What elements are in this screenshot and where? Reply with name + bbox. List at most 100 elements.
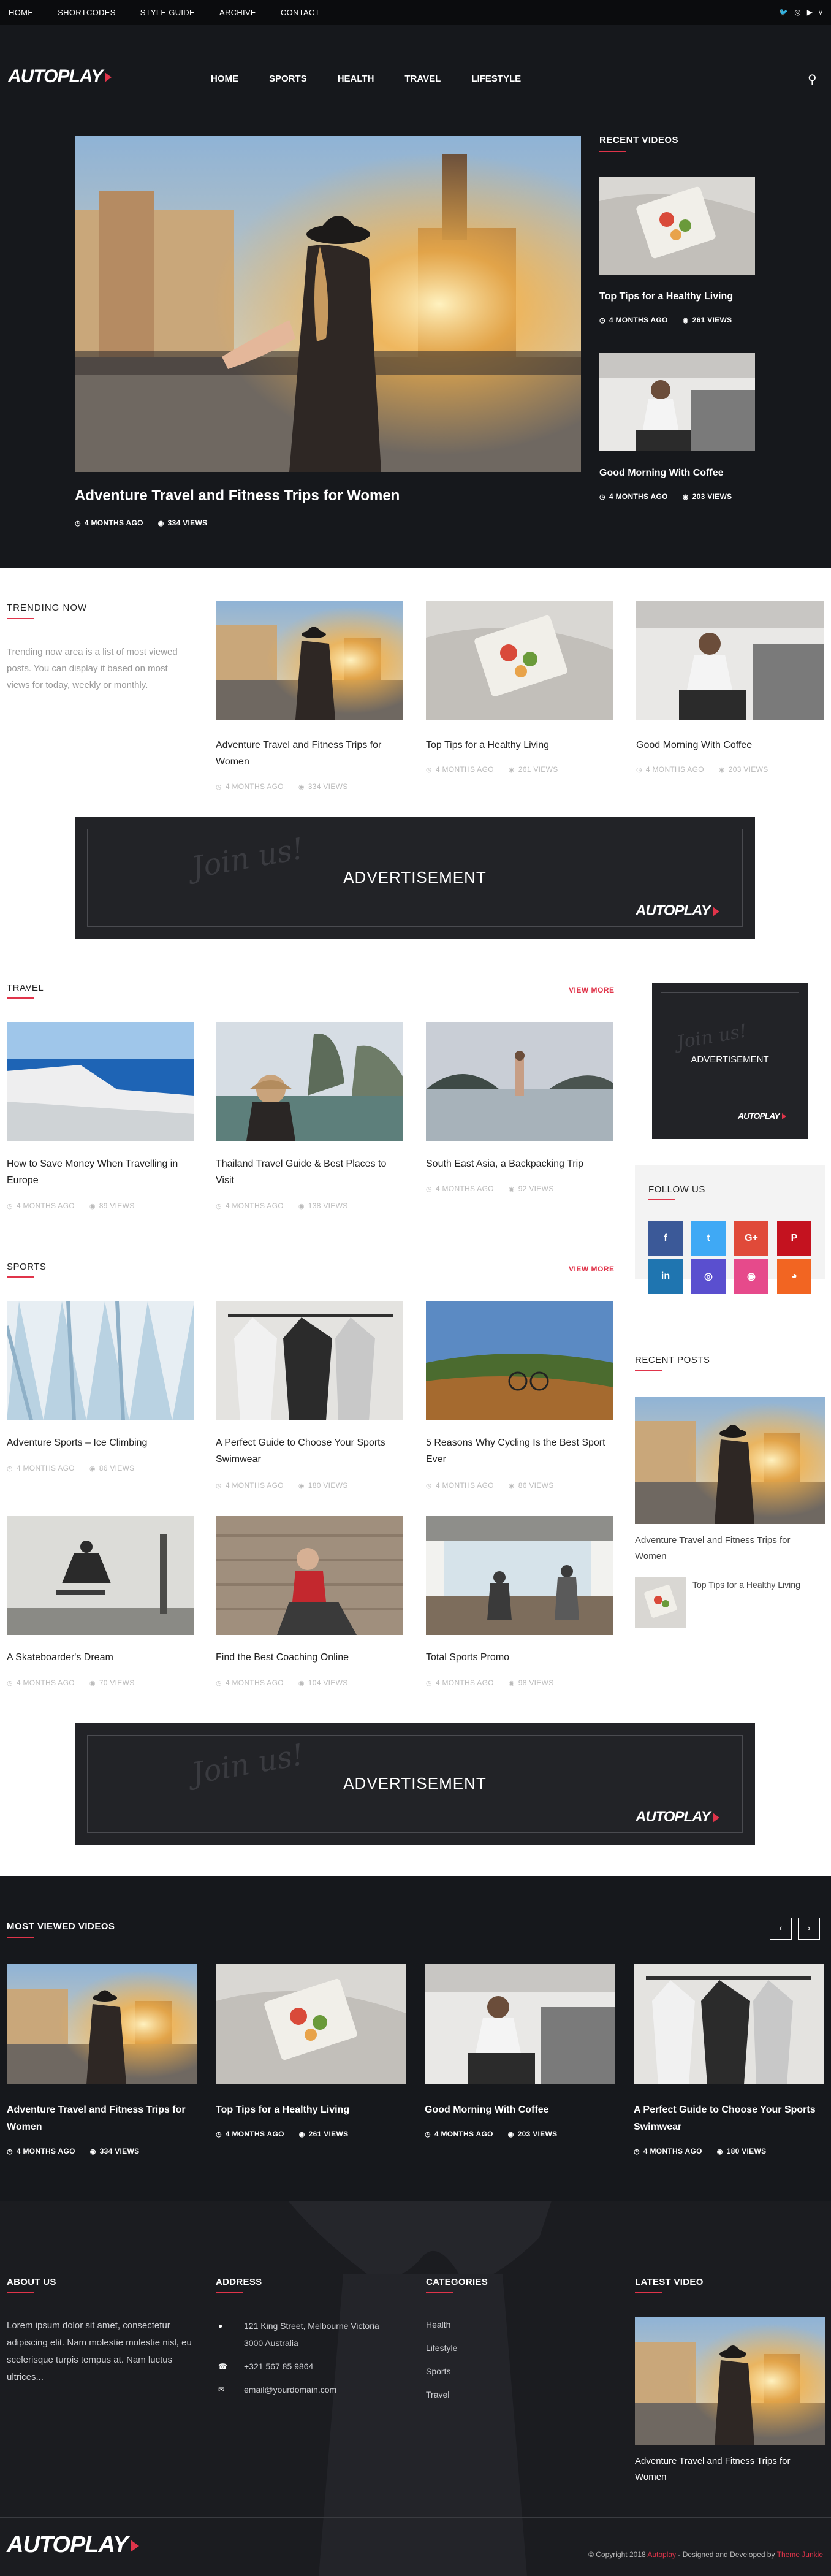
nav-health[interactable]: HEALTH: [338, 74, 374, 84]
copyright-developer-link[interactable]: Theme Junkie: [777, 2550, 823, 2559]
sports-date: 4 MONTHS AGO: [435, 1481, 494, 1490]
recent-video-meta: ◷ 4 MONTHS AGO ◉ 203 VIEWS: [599, 492, 732, 501]
eye-icon: ◉: [508, 766, 515, 774]
top-nav-contact[interactable]: CONTACT: [281, 8, 320, 17]
most-viewed-date: 4 MONTHS AGO: [643, 2147, 702, 2155]
most-viewed-thumb[interactable]: [216, 1964, 406, 2084]
travel-view-more[interactable]: VIEW MORE: [569, 986, 615, 994]
google-plus-icon[interactable]: G+: [734, 1221, 768, 1256]
footer-logo[interactable]: AUTOPLAY: [7, 2532, 139, 2558]
category-link-health[interactable]: Health: [426, 2316, 450, 2333]
twitter-icon[interactable]: t: [691, 1221, 726, 1256]
trending-thumb[interactable]: [426, 601, 613, 720]
sidebar-advertisement[interactable]: Join us! ADVERTISEMENT AUTOPLAY: [652, 983, 808, 1139]
category-link-travel[interactable]: Travel: [426, 2386, 449, 2403]
sports-title[interactable]: A Perfect Guide to Choose Your Sports Sw…: [216, 1435, 400, 1468]
trending-title[interactable]: Top Tips for a Healthy Living: [426, 737, 604, 753]
hero-title[interactable]: Adventure Travel and Fitness Trips for W…: [75, 487, 400, 505]
sports-view-more[interactable]: VIEW MORE: [569, 1265, 615, 1273]
recent-post-title[interactable]: Adventure Travel and Fitness Trips for W…: [635, 1533, 819, 1564]
category-link-sports[interactable]: Sports: [426, 2363, 450, 2380]
address-phone[interactable]: +321 567 85 9864: [244, 2358, 313, 2375]
travel-title[interactable]: Thailand Travel Guide & Best Places to V…: [216, 1156, 400, 1189]
recent-video-thumb[interactable]: [599, 353, 755, 451]
rss-icon[interactable]: ◕: [777, 1259, 811, 1294]
trending-thumb[interactable]: [216, 601, 403, 720]
sports-title[interactable]: Adventure Sports – Ice Climbing: [7, 1435, 191, 1451]
most-viewed-thumb[interactable]: [634, 1964, 824, 2084]
nav-sports[interactable]: SPORTS: [269, 74, 307, 84]
trending-thumb[interactable]: [636, 601, 824, 720]
recent-post-thumb-small[interactable]: [635, 1577, 686, 1628]
trending-title[interactable]: Good Morning With Coffee: [636, 737, 814, 753]
clock-icon: ◷: [634, 2147, 640, 2155]
nav-lifestyle[interactable]: LIFESTYLE: [471, 74, 521, 84]
recent-video-title[interactable]: Top Tips for a Healthy Living: [599, 291, 733, 302]
footer: ABOUT US Lorem ipsum dolor sit amet, con…: [0, 2201, 831, 2576]
sports-meta: ◷ 4 MONTHS AGO ◉ 86 VIEWS: [7, 1464, 135, 1473]
top-nav-home[interactable]: HOME: [9, 8, 33, 17]
travel-meta: ◷ 4 MONTHS AGO ◉ 92 VIEWS: [426, 1184, 554, 1193]
sports-thumb[interactable]: [216, 1516, 403, 1635]
sports-thumb[interactable]: [7, 1516, 194, 1635]
sports-thumb[interactable]: [426, 1516, 613, 1635]
carousel-next-button[interactable]: ›: [798, 1918, 820, 1940]
copyright-brand-link[interactable]: Autoplay: [647, 2550, 676, 2559]
eye-icon: ◉: [682, 493, 689, 501]
sports-title[interactable]: Total Sports Promo: [426, 1649, 610, 1666]
youtube-icon[interactable]: ▶: [807, 8, 813, 17]
pinterest-icon[interactable]: P: [777, 1221, 811, 1256]
twitter-icon[interactable]: 🐦: [779, 8, 788, 17]
linkedin-icon[interactable]: in: [648, 1259, 683, 1294]
most-viewed-title[interactable]: Adventure Travel and Fitness Trips for W…: [7, 2102, 191, 2136]
sports-title[interactable]: A Skateboarder's Dream: [7, 1649, 191, 1666]
sports-thumb[interactable]: [216, 1301, 403, 1420]
mail-icon: ✉: [218, 2385, 225, 2394]
vimeo-icon[interactable]: v: [819, 8, 822, 17]
recent-video-title[interactable]: Good Morning With Coffee: [599, 468, 723, 479]
recent-post-title[interactable]: Top Tips for a Healthy Living: [692, 1578, 821, 1591]
top-nav-shortcodes[interactable]: SHORTCODES: [58, 8, 116, 17]
top-nav-style-guide[interactable]: STYLE GUIDE: [140, 8, 195, 17]
category-link-lifestyle[interactable]: Lifestyle: [426, 2339, 457, 2357]
ad-label: ADVERTISEMENT: [343, 868, 487, 886]
dribbble-icon[interactable]: ◉: [734, 1259, 768, 1294]
trending-title[interactable]: Adventure Travel and Fitness Trips for W…: [216, 737, 393, 770]
sports-title[interactable]: Find the Best Coaching Online: [216, 1649, 400, 1666]
latest-video-thumb[interactable]: [635, 2317, 825, 2445]
search-icon[interactable]: ⚲: [808, 72, 817, 87]
most-viewed-thumb[interactable]: [425, 1964, 615, 2084]
carousel-prev-button[interactable]: ‹: [770, 1918, 792, 1940]
instagram-icon[interactable]: ◎: [691, 1259, 726, 1294]
most-viewed-thumb[interactable]: [7, 1964, 197, 2084]
sports-thumb[interactable]: [426, 1301, 613, 1420]
travel-thumb[interactable]: [7, 1022, 194, 1141]
travel-title[interactable]: How to Save Money When Travelling in Eur…: [7, 1156, 191, 1189]
eye-icon: ◉: [89, 1202, 96, 1210]
hero-image[interactable]: [75, 136, 581, 472]
sports-title[interactable]: 5 Reasons Why Cycling Is the Best Sport …: [426, 1435, 610, 1468]
most-viewed-views: 334 VIEWS: [99, 2147, 140, 2155]
latest-video-title[interactable]: Adventure Travel and Fitness Trips for W…: [635, 2453, 819, 2485]
most-viewed-title[interactable]: Top Tips for a Healthy Living: [216, 2102, 400, 2119]
travel-thumb[interactable]: [426, 1022, 613, 1141]
sports-thumb[interactable]: [7, 1301, 194, 1420]
travel-thumb[interactable]: [216, 1022, 403, 1141]
most-viewed-title[interactable]: Good Morning With Coffee: [425, 2102, 609, 2119]
trending-meta: ◷ 4 MONTHS AGO ◉ 261 VIEWS: [426, 765, 558, 774]
advertisement-banner[interactable]: Join us! ADVERTISEMENT AUTOPLAY: [75, 817, 755, 939]
address-email[interactable]: email@yourdomain.com: [244, 2381, 336, 2398]
nav-home[interactable]: HOME: [211, 74, 238, 84]
recent-post-thumb[interactable]: [635, 1397, 825, 1524]
heading-underline: [648, 1199, 675, 1200]
nav-travel[interactable]: TRAVEL: [404, 74, 441, 84]
site-logo[interactable]: AUTOPLAY: [8, 66, 112, 87]
recent-video-thumb[interactable]: [599, 177, 755, 275]
most-viewed-title[interactable]: A Perfect Guide to Choose Your Sports Sw…: [634, 2102, 818, 2136]
advertisement-banner[interactable]: Join us! ADVERTISEMENT AUTOPLAY: [75, 1723, 755, 1845]
top-nav-archive[interactable]: ARCHIVE: [219, 8, 256, 17]
trending-description: Trending now area is a list of most view…: [7, 647, 178, 690]
instagram-icon[interactable]: ◎: [794, 8, 800, 17]
travel-title[interactable]: South East Asia, a Backpacking Trip: [426, 1156, 610, 1172]
facebook-icon[interactable]: f: [648, 1221, 683, 1256]
